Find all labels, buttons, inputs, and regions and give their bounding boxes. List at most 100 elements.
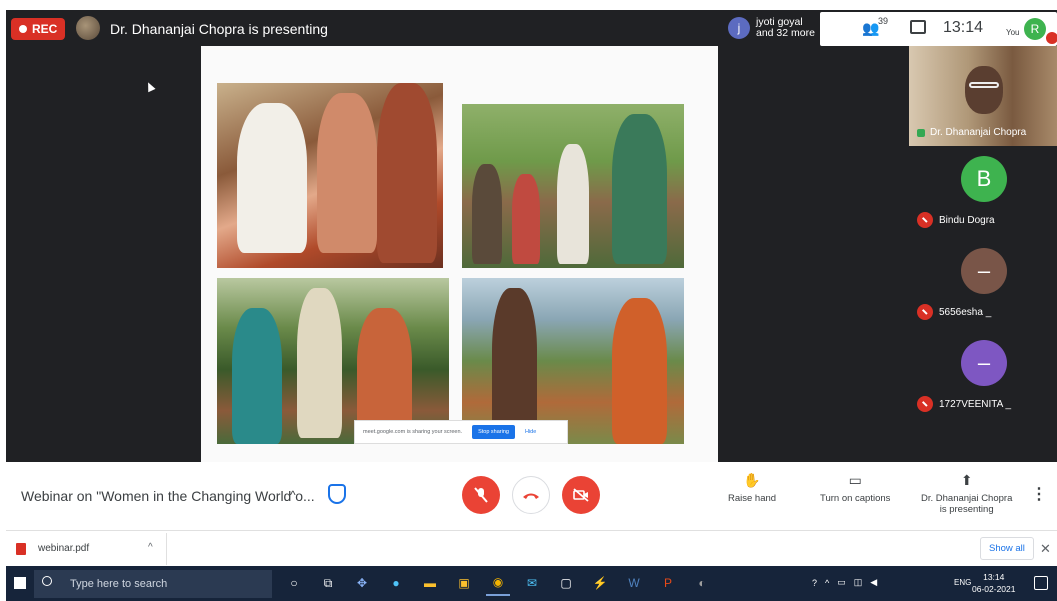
top-right-panel <box>820 12 1057 46</box>
search-placeholder: Type here to search <box>70 578 168 590</box>
slide-photo-interview <box>217 83 443 268</box>
amazon-icon[interactable]: ▢ <box>554 570 578 596</box>
camera-off-icon <box>573 488 589 502</box>
more-options-icon[interactable]: ⋮ <box>1031 484 1047 504</box>
chevron-up-icon[interactable]: ^ <box>290 488 296 502</box>
mic-toggle-button[interactable] <box>462 476 500 514</box>
app-icon[interactable]: ◐ <box>690 570 714 596</box>
presenter-face <box>965 66 1003 114</box>
presenting-title: Dr. Dhananjai Chopra is presenting <box>110 21 328 37</box>
you-label: You <box>1006 28 1020 37</box>
meet-control-bar: Webinar on "Women in the Changing World … <box>6 462 1057 530</box>
self-muted-icon <box>1046 32 1057 44</box>
meet-top-bar: REC Dr. Dhananjai Chopra is presenting j… <box>6 10 1057 48</box>
meet-stage: REC Dr. Dhananjai Chopra is presenting j… <box>6 10 1057 462</box>
mic-off-icon <box>474 487 488 503</box>
muted-mic-icon <box>917 212 933 228</box>
screen: REC Dr. Dhananjai Chopra is presenting j… <box>0 0 1057 601</box>
mouse-cursor-icon <box>144 80 156 93</box>
pdf-icon <box>16 543 26 555</box>
people-icon[interactable]: 👥 <box>862 20 879 37</box>
powerpoint-icon[interactable]: P <box>656 570 680 596</box>
self-avatar[interactable]: R <box>1024 18 1046 40</box>
taskbar-clock[interactable]: 13:14 06-02-2021 <box>972 571 1015 595</box>
meeting-title[interactable]: Webinar on "Women in the Changing World … <box>21 488 315 504</box>
help-icon[interactable]: ? <box>812 578 817 588</box>
show-all-button[interactable]: Show all <box>980 537 1034 560</box>
file-explorer-icon[interactable]: ▬ <box>418 570 442 596</box>
taskbar-apps: ○ ⧉ ✥ ● ▬ ▣ ◉ ✉ ▢ ⚡ W P ◐ <box>282 570 714 596</box>
raise-hand-button[interactable]: ✋ Raise hand <box>728 472 776 504</box>
store-icon[interactable]: ▣ <box>452 570 476 596</box>
close-icon[interactable]: ✕ <box>1040 541 1051 557</box>
participant-tile[interactable]: – 5656esha _ <box>909 242 1057 338</box>
participant-name: 5656esha _ <box>939 306 992 318</box>
chevron-up-icon[interactable]: ^ <box>825 578 829 588</box>
hide-share-bar-button[interactable]: Hide <box>525 429 536 435</box>
attendee-more: and 32 more <box>756 27 815 39</box>
presenter-avatar <box>76 16 100 40</box>
dropbox-icon[interactable]: ✥ <box>350 570 374 596</box>
screen-share-bar: meet.google.com is sharing your screen. … <box>354 420 568 444</box>
presenting-line2: is presenting <box>939 504 994 515</box>
divider <box>166 533 167 565</box>
muted-mic-icon <box>917 396 933 412</box>
taskbar-search[interactable]: Type here to search <box>34 570 272 598</box>
presenter-tile-name: Dr. Dhananjai Chopra <box>930 127 1027 138</box>
task-view-icon[interactable]: ⧉ <box>316 570 340 596</box>
leave-call-button[interactable] <box>512 476 550 514</box>
windows-start-icon[interactable] <box>14 577 26 589</box>
captions-label: Turn on captions <box>820 493 891 504</box>
slide-photo-field-survey <box>462 104 684 268</box>
participant-avatar: – <box>961 248 1007 294</box>
captions-button[interactable]: ▭ Turn on captions <box>820 472 890 504</box>
participant-tile[interactable]: B Bindu Dogra <box>909 150 1057 246</box>
download-file-name[interactable]: webinar.pdf <box>38 543 89 554</box>
stop-sharing-button[interactable]: Stop sharing <box>472 425 515 439</box>
participant-tiles: Dr. Dhananjai Chopra B Bindu Dogra – 565… <box>909 46 1057 462</box>
present-icon: ⬆ <box>960 472 973 488</box>
volume-icon[interactable]: ◀ <box>870 577 877 588</box>
battery-icon[interactable]: ▭ <box>837 577 846 588</box>
taskbar-date: 06-02-2021 <box>972 584 1016 594</box>
word-icon[interactable]: W <box>622 570 646 596</box>
rec-label: REC <box>32 22 58 36</box>
hand-icon: ✋ <box>743 472 761 488</box>
attendee-summary[interactable]: j jyoti goyal and 32 more <box>728 17 815 39</box>
hang-up-icon <box>523 493 539 499</box>
mic-active-icon <box>917 128 925 137</box>
participant-name: 1727VEENITA _ <box>939 398 1012 410</box>
share-message: meet.google.com is sharing your screen. <box>363 429 463 435</box>
media-icon[interactable]: ⚡ <box>588 570 612 596</box>
captions-icon: ▭ <box>848 472 862 488</box>
participant-avatar: – <box>961 340 1007 386</box>
presentation-slide: meet.google.com is sharing your screen. … <box>201 46 718 462</box>
presenter-video-tile[interactable]: Dr. Dhananjai Chopra <box>909 46 1057 146</box>
download-bar: webinar.pdf ^ Show all ✕ <box>6 530 1057 566</box>
record-dot-icon <box>19 25 27 33</box>
chat-icon[interactable] <box>910 20 926 34</box>
meeting-clock: 13:14 <box>943 19 984 36</box>
windows-taskbar: Type here to search ○ ⧉ ✥ ● ▬ ▣ ◉ ✉ ▢ ⚡ … <box>6 566 1057 601</box>
chrome-icon[interactable]: ◉ <box>486 570 510 596</box>
chevron-up-icon[interactable]: ^ <box>148 542 153 553</box>
recording-badge: REC <box>11 18 66 40</box>
network-icon[interactable]: ◫ <box>854 577 863 588</box>
search-icon <box>42 576 52 586</box>
people-count: 39 <box>878 16 889 26</box>
cortana-icon[interactable]: ○ <box>282 570 306 596</box>
notification-icon[interactable] <box>1034 576 1048 590</box>
language-indicator[interactable]: ENG <box>954 578 971 587</box>
shield-icon[interactable] <box>328 484 346 504</box>
participant-name: Bindu Dogra <box>939 214 995 226</box>
presenting-line1: Dr. Dhananjai Chopra <box>921 493 1013 504</box>
participant-tile[interactable]: – 1727VEENITA _ <box>909 334 1057 430</box>
edge-icon[interactable]: ● <box>384 570 408 596</box>
taskbar-time: 13:14 <box>983 572 1005 582</box>
muted-mic-icon <box>917 304 933 320</box>
camera-toggle-button[interactable] <box>562 476 600 514</box>
raise-hand-label: Raise hand <box>728 493 777 504</box>
mail-icon[interactable]: ✉ <box>520 570 544 596</box>
presentation-status-button[interactable]: ⬆ Dr. Dhananjai Chopra is presenting <box>921 472 1012 515</box>
attendee-avatar: j <box>728 17 750 39</box>
